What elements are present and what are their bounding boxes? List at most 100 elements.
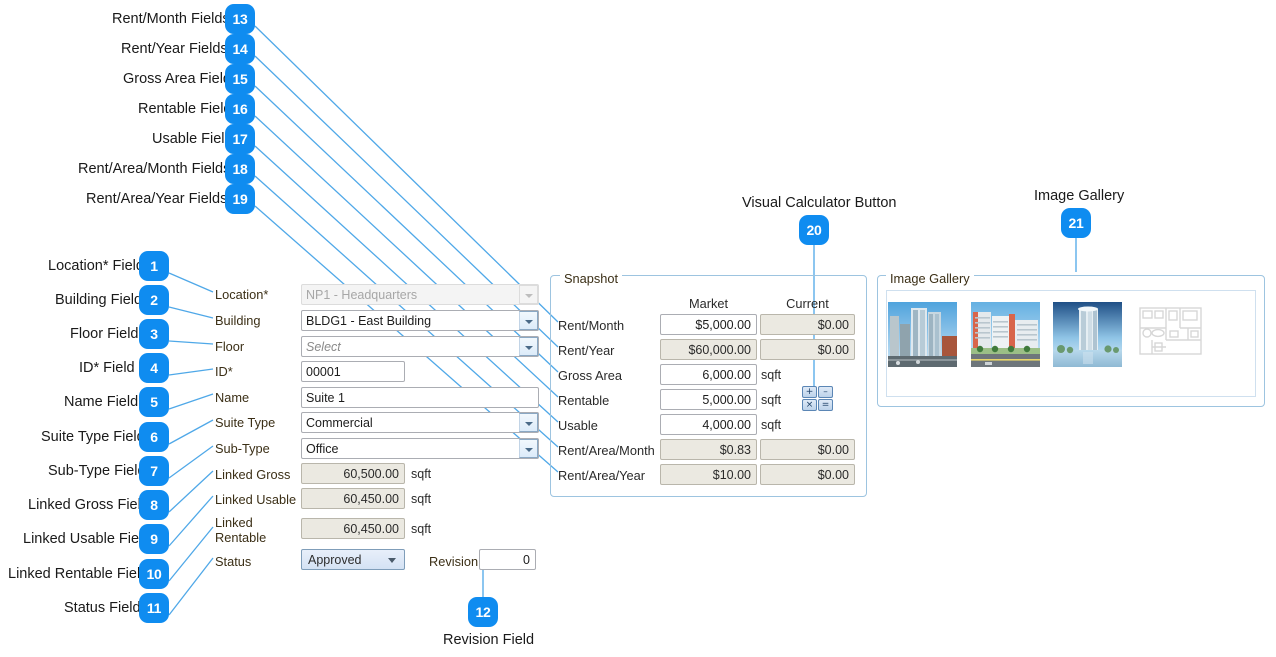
image-gallery-group-title: Image Gallery bbox=[886, 271, 974, 286]
name-label: Name bbox=[215, 390, 250, 405]
callout-badge-11: 11 bbox=[139, 593, 169, 623]
snapshot-current-input: $0.00 bbox=[760, 439, 855, 460]
sub-type-dropdown-arrow[interactable] bbox=[519, 439, 538, 458]
leader-line-4 bbox=[168, 368, 214, 376]
floor-dropdown-arrow[interactable] bbox=[519, 337, 538, 356]
callout-badge-17: 17 bbox=[225, 124, 255, 154]
name-field[interactable]: Suite 1 bbox=[301, 387, 539, 408]
snapshot-market-input: $0.83 bbox=[660, 439, 757, 460]
callout-label-19: Rent/Area/Year Fields bbox=[86, 191, 228, 207]
floor-field[interactable]: Select bbox=[301, 336, 539, 357]
leader-line-3 bbox=[168, 340, 214, 345]
leader-line-11 bbox=[168, 557, 214, 616]
snapshot-row-label: Rentable bbox=[558, 393, 610, 408]
calculator-multiply-key[interactable]: × bbox=[802, 399, 817, 411]
snapshot-market-input: $60,000.00 bbox=[660, 339, 757, 360]
snapshot-current-column-header: Current bbox=[786, 296, 829, 311]
callout-badge-12: 12 bbox=[468, 597, 498, 627]
chevron-down-icon bbox=[388, 558, 396, 563]
leader-line-13 bbox=[254, 25, 559, 323]
snapshot-current-input: $0.00 bbox=[760, 464, 855, 485]
callout-label-17: Usable Field bbox=[152, 131, 233, 147]
leader-line-5 bbox=[168, 393, 214, 410]
callout-badge-15: 15 bbox=[225, 64, 255, 94]
callout-label-11: Status Field bbox=[64, 600, 141, 616]
callout-badge-2: 2 bbox=[139, 285, 169, 315]
revision-field[interactable]: 0 bbox=[479, 549, 536, 570]
revision-label: Revision bbox=[429, 554, 479, 569]
location-field[interactable]: NP1 - Headquarters bbox=[301, 284, 539, 305]
gallery-thumbnail-2[interactable] bbox=[971, 302, 1040, 367]
callout-label-12: Revision Field bbox=[443, 632, 535, 648]
calculator-minus-key[interactable]: – bbox=[818, 386, 833, 398]
snapshot-row-label: Rent/Area/Month bbox=[558, 443, 655, 458]
callout-label-9: Linked Usable Field bbox=[23, 531, 151, 547]
callout-badge-14: 14 bbox=[225, 34, 255, 64]
snapshot-group-title: Snapshot bbox=[560, 271, 623, 286]
callout-badge-5: 5 bbox=[139, 387, 169, 417]
snapshot-current-input: $0.00 bbox=[760, 339, 855, 360]
callout-badge-8: 8 bbox=[139, 490, 169, 520]
id-field[interactable]: 00001 bbox=[301, 361, 405, 382]
snapshot-current-input: $0.00 bbox=[760, 314, 855, 335]
callout-label-7: Sub-Type Field bbox=[48, 463, 146, 479]
callout-label-3: Floor Field bbox=[70, 326, 139, 342]
callout-badge-19: 19 bbox=[225, 184, 255, 214]
snapshot-market-input[interactable]: 6,000.00 bbox=[660, 364, 757, 385]
callout-label-21: Image Gallery bbox=[1034, 188, 1125, 204]
callout-label-5: Name Field bbox=[64, 394, 139, 410]
callout-label-14: Rent/Year Fields bbox=[121, 41, 228, 57]
linked-usable-field: 60,450.00 bbox=[301, 488, 405, 509]
image-gallery-strip[interactable] bbox=[886, 290, 1256, 397]
callout-label-8: Linked Gross Field bbox=[28, 497, 149, 513]
calculator-equals-key[interactable]: = bbox=[818, 399, 833, 411]
snapshot-row-label: Rent/Month bbox=[558, 318, 625, 333]
location-dropdown-arrow[interactable] bbox=[519, 285, 538, 304]
callout-badge-20: 20 bbox=[799, 215, 829, 245]
linked-rentable-field: 60,450.00 bbox=[301, 518, 405, 539]
suite-type-field[interactable]: Commercial bbox=[301, 412, 539, 433]
callout-label-4: ID* Field bbox=[79, 360, 135, 376]
callout-badge-13: 13 bbox=[225, 4, 255, 34]
annotated-screenshot: Rent/Month Fields 13 Rent/Year Fields 14 Gro… bbox=[0, 0, 1276, 657]
snapshot-unit-label: sqft bbox=[761, 418, 782, 432]
floor-label: Floor bbox=[215, 339, 245, 354]
building-field[interactable]: BLDG1 - East Building bbox=[301, 310, 539, 331]
gallery-thumbnail-1[interactable] bbox=[888, 302, 957, 367]
callout-label-1: Location* Field bbox=[48, 258, 144, 274]
callout-label-18: Rent/Area/Month Fields bbox=[78, 161, 231, 177]
linked-usable-label: Linked Usable bbox=[215, 492, 297, 507]
gallery-thumbnail-4[interactable] bbox=[1136, 302, 1205, 367]
snapshot-market-input[interactable]: 5,000.00 bbox=[660, 389, 757, 410]
snapshot-market-input[interactable]: $5,000.00 bbox=[660, 314, 757, 335]
callout-label-16: Rentable Field bbox=[138, 101, 232, 117]
leader-line-6 bbox=[168, 419, 214, 445]
leader-line-8 bbox=[168, 470, 214, 513]
snapshot-row-label: Usable bbox=[558, 418, 598, 433]
snapshot-row-label: Rent/Year bbox=[558, 343, 615, 358]
calculator-plus-key[interactable]: + bbox=[802, 386, 817, 398]
status-dropdown[interactable]: Approved bbox=[301, 549, 405, 570]
suite-type-dropdown-arrow[interactable] bbox=[519, 413, 538, 432]
visual-calculator-button[interactable]: + – × = bbox=[802, 386, 836, 414]
gallery-thumbnail-3[interactable] bbox=[1053, 302, 1122, 367]
callout-label-2: Building Field bbox=[55, 292, 143, 308]
snapshot-market-input[interactable]: 4,000.00 bbox=[660, 414, 757, 435]
snapshot-row-label: Rent/Area/Year bbox=[558, 468, 646, 483]
leader-line-10 bbox=[168, 526, 214, 582]
linked-gross-unit: sqft bbox=[411, 467, 432, 481]
callout-badge-9: 9 bbox=[139, 524, 169, 554]
location-label: Location* bbox=[215, 287, 269, 302]
callout-label-13: Rent/Month Fields bbox=[112, 11, 230, 27]
sub-type-field[interactable]: Office bbox=[301, 438, 539, 459]
leader-line-1 bbox=[168, 272, 214, 293]
callout-badge-7: 7 bbox=[139, 456, 169, 486]
linked-rentable-label-line2: Rentable bbox=[215, 530, 267, 545]
callout-badge-16: 16 bbox=[225, 94, 255, 124]
snapshot-unit-label: sqft bbox=[761, 393, 782, 407]
building-dropdown-arrow[interactable] bbox=[519, 311, 538, 330]
leader-line-9 bbox=[168, 495, 214, 547]
leader-line-7 bbox=[168, 445, 214, 479]
linked-rentable-label-line1: Linked bbox=[215, 515, 253, 530]
callout-badge-3: 3 bbox=[139, 319, 169, 349]
